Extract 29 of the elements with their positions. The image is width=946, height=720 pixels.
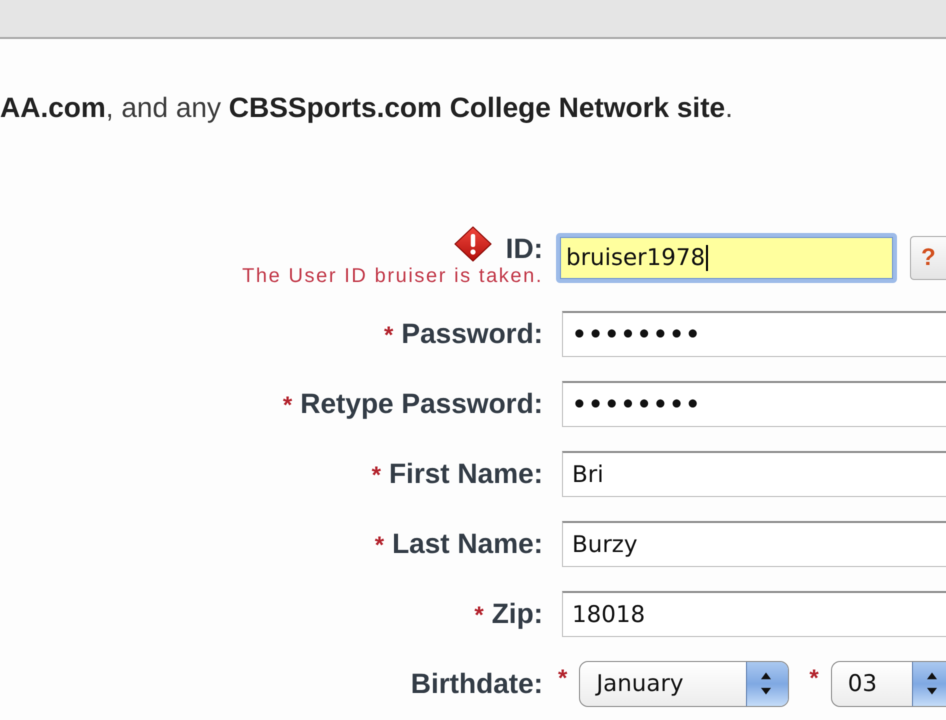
up-down-arrows-icon [746, 662, 788, 706]
field-label: Last Name: [392, 528, 543, 560]
warning-icon [454, 226, 492, 262]
field-label: Zip: [492, 598, 543, 630]
field-label: Birthdate: [410, 668, 543, 700]
field-label: Password: [401, 318, 543, 350]
error-message: The User ID bruiser is taken. [242, 265, 543, 287]
password-field[interactable]: •••••••• [562, 311, 946, 357]
input-field[interactable]: Bri [562, 451, 946, 497]
field-label: Retype Password: [300, 388, 543, 420]
required-asterisk: * [384, 322, 394, 350]
password-field[interactable]: •••••••• [562, 381, 946, 427]
field-label: ID: [506, 233, 543, 265]
notice-text: AA.com, and any CBSSports.com College Network site. [0, 91, 734, 125]
month-select[interactable]: January [579, 661, 790, 707]
day-select[interactable]: 03 [830, 661, 946, 707]
required-asterisk: * [282, 392, 292, 420]
required-asterisk: * [372, 462, 381, 490]
input-field[interactable]: 18018 [562, 591, 946, 637]
input-field[interactable]: bruiser1978 [556, 233, 897, 283]
required-asterisk: * [374, 532, 384, 560]
field-label: First Name: [388, 458, 543, 490]
text-cursor [706, 245, 708, 271]
required-asterisk: * [558, 665, 568, 693]
input-field[interactable]: Burzy [562, 521, 946, 567]
required-asterisk: * [809, 665, 819, 693]
help-button[interactable]: ? [910, 236, 946, 280]
required-asterisk: * [474, 602, 484, 630]
up-down-arrows-icon [912, 662, 946, 706]
